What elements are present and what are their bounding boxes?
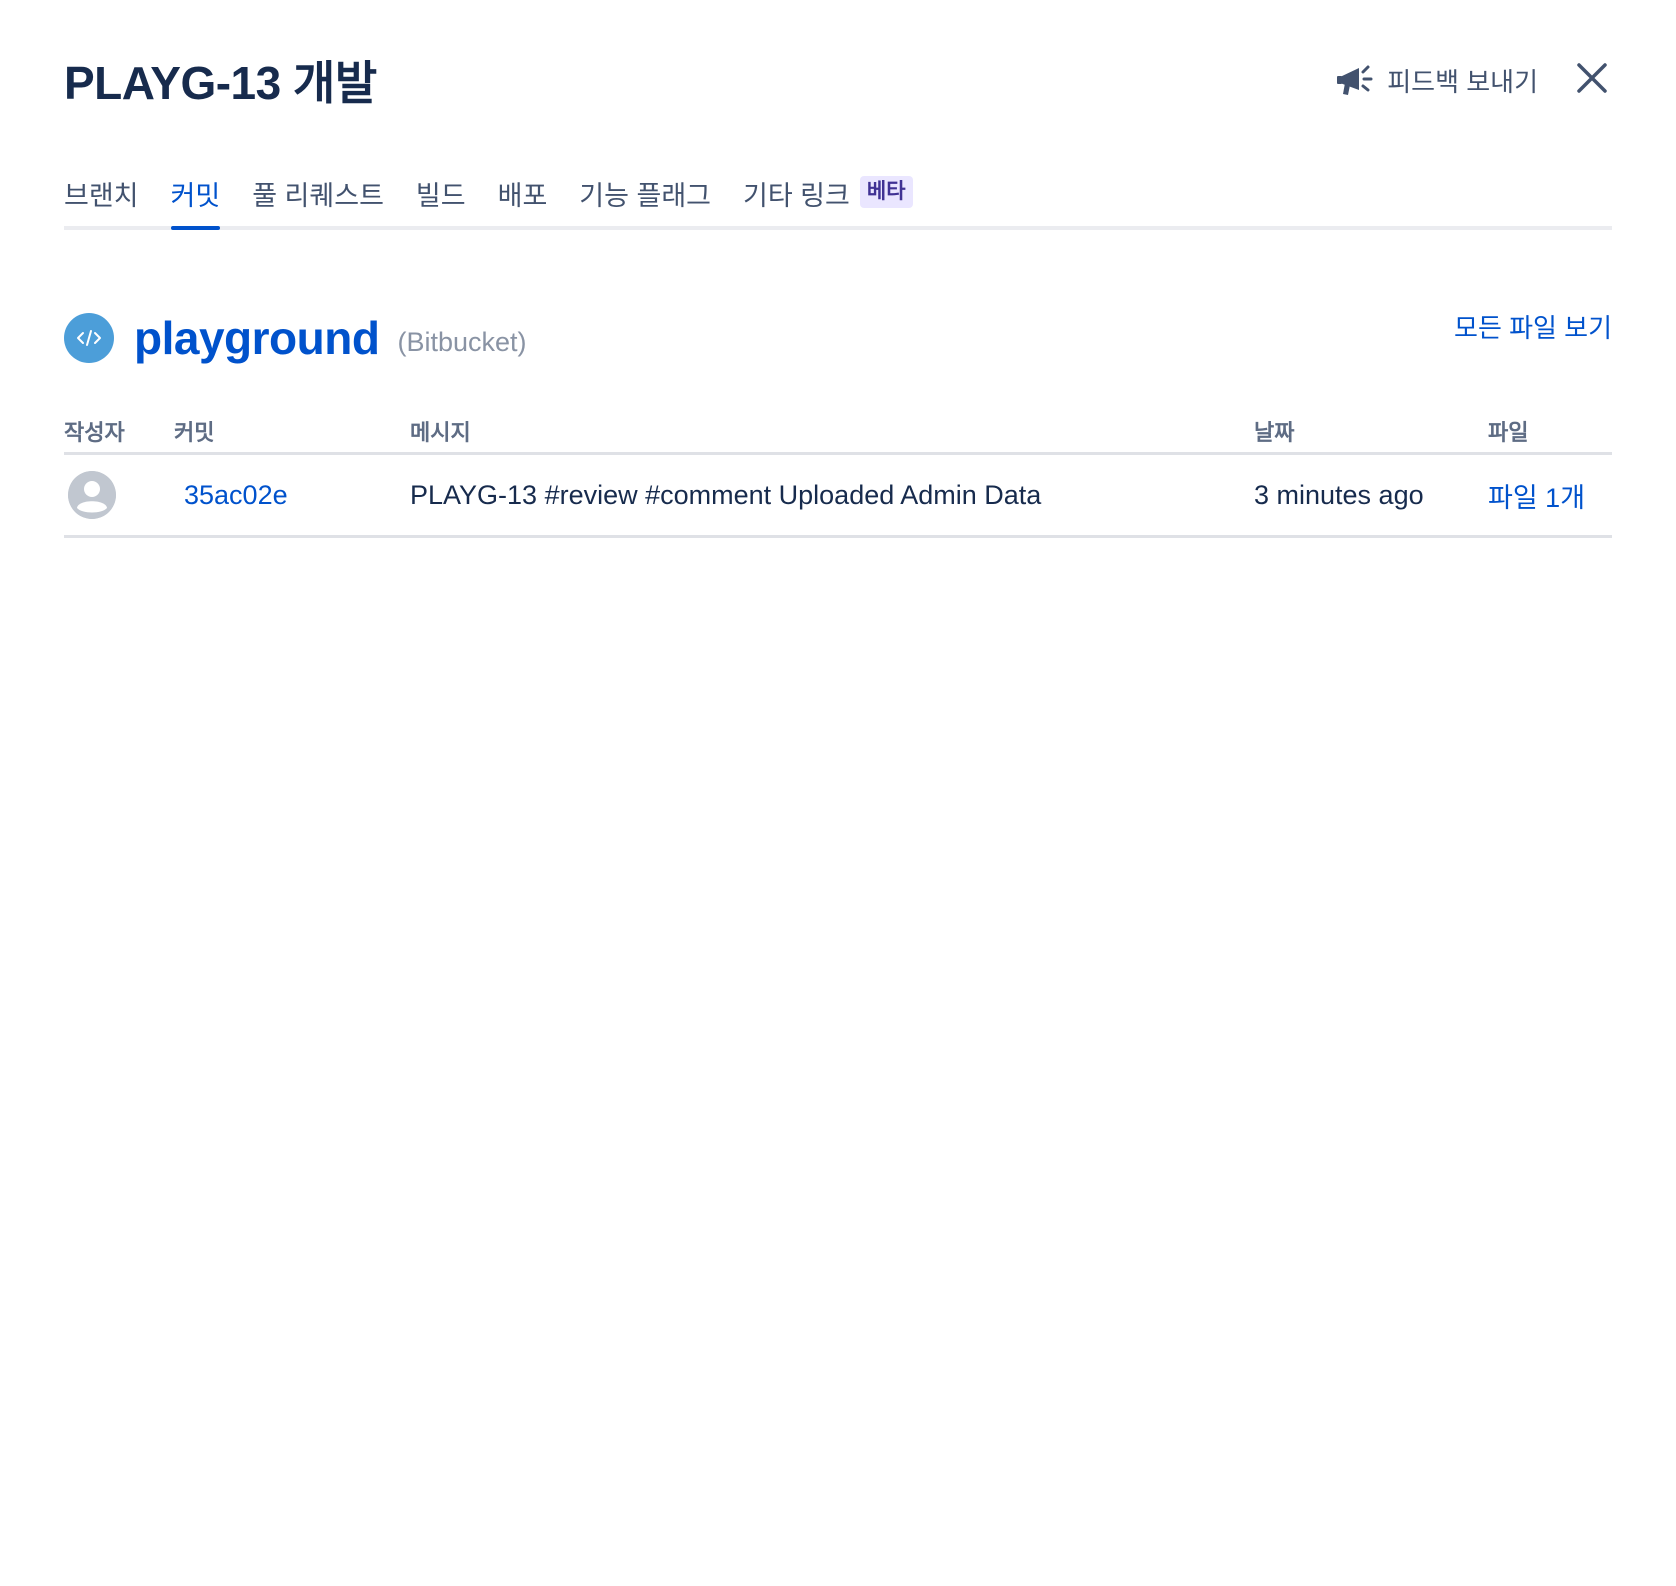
tab-pull-requests[interactable]: 풀 리퀘스트 — [252, 170, 384, 226]
dialog-header: PLAYG-13 개발 피드백 보내기 — [64, 40, 1612, 120]
commit-cell: 35ac02e — [174, 480, 410, 511]
repository-info: playground (Bitbucket) — [64, 311, 527, 365]
code-icon — [64, 313, 114, 363]
commits-table: 작성자 커밋 메시지 날짜 파일 35ac02e PLAYG-13 #revie… — [64, 410, 1612, 538]
close-button[interactable] — [1572, 60, 1612, 100]
column-header-date: 날짜 — [1254, 420, 1295, 445]
beta-badge: 베타 — [859, 176, 913, 208]
repository-header: playground (Bitbucket) 모든 파일 보기 — [64, 308, 1612, 368]
column-header-author: 작성자 — [64, 420, 125, 445]
repository-name-link[interactable]: playground — [134, 311, 380, 365]
files-cell: 파일 1개 — [1488, 476, 1612, 515]
tab-bar: 브랜치 커밋 풀 리퀘스트 빌드 배포 기능 플래그 기타 링크 베타 — [64, 170, 1612, 230]
dialog-title: PLAYG-13 개발 — [64, 57, 377, 109]
files-count-link[interactable]: 파일 1개 — [1488, 483, 1585, 513]
tab-feature-flags[interactable]: 기능 플래그 — [579, 170, 711, 226]
author-cell — [64, 471, 174, 519]
table-header: 작성자 커밋 메시지 날짜 파일 — [64, 410, 1612, 455]
tab-label: 빌드 — [415, 181, 466, 211]
feedback-label: 피드백 보내기 — [1387, 66, 1538, 97]
column-header-files: 파일 — [1488, 420, 1529, 445]
tab-deployments[interactable]: 배포 — [498, 170, 548, 226]
tab-other-links[interactable]: 기타 링크 베타 — [743, 170, 913, 226]
development-dialog: PLAYG-13 개발 피드백 보내기 브랜치 커밋 풀 리퀘스트 빌드 배포 … — [0, 0, 1676, 1586]
close-icon — [1576, 62, 1608, 99]
commit-date: 3 minutes ago — [1254, 479, 1424, 510]
tab-label: 기능 플래그 — [579, 181, 711, 211]
commit-hash-link[interactable]: 35ac02e — [174, 480, 288, 510]
column-header-commit: 커밋 — [174, 420, 215, 445]
view-all-files-link[interactable]: 모든 파일 보기 — [1454, 308, 1612, 345]
commit-message: PLAYG-13 #review #comment Uploaded Admin… — [410, 479, 1042, 510]
tab-commits[interactable]: 커밋 — [170, 170, 221, 230]
megaphone-icon — [1337, 63, 1375, 97]
header-actions: 피드백 보내기 — [1337, 60, 1612, 100]
tab-label: 커밋 — [170, 181, 221, 211]
repository-source: (Bitbucket) — [397, 326, 527, 357]
tab-label: 배포 — [497, 181, 548, 211]
tab-branches[interactable]: 브랜치 — [64, 170, 139, 226]
table-row: 35ac02e PLAYG-13 #review #comment Upload… — [64, 455, 1612, 538]
tab-builds[interactable]: 빌드 — [416, 170, 466, 226]
default-user-avatar-icon — [68, 471, 116, 519]
column-header-message: 메시지 — [410, 420, 471, 445]
tab-label: 브랜치 — [64, 181, 139, 211]
tab-label: 기타 링크 — [743, 181, 850, 211]
feedback-button[interactable]: 피드백 보내기 — [1337, 62, 1538, 99]
tab-label: 풀 리퀘스트 — [252, 181, 384, 211]
